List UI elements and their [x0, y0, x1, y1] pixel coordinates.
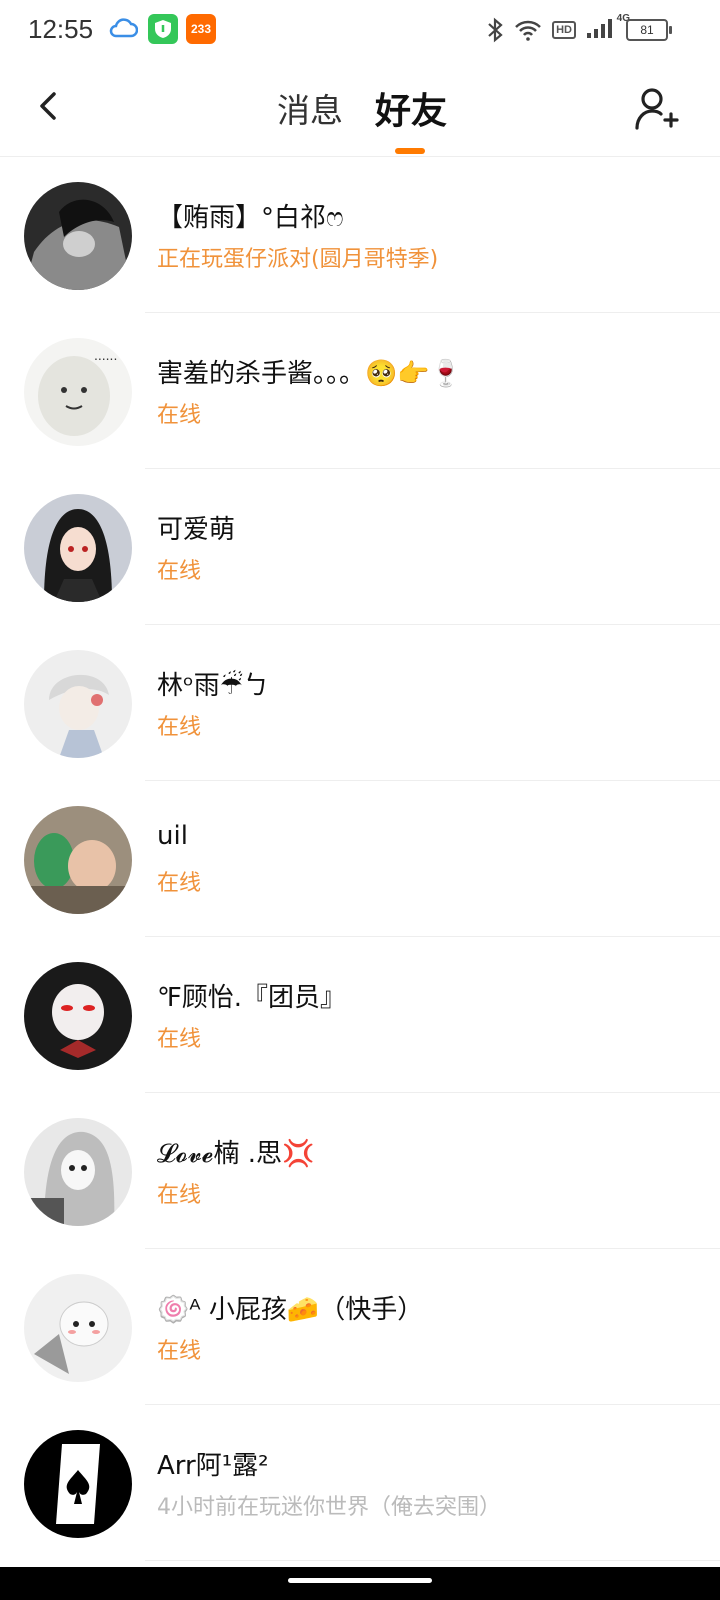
signal-icon: 4G [586, 13, 630, 43]
bluetooth-icon [488, 17, 503, 43]
friend-name: 【贿雨】°白祁ෆ [157, 203, 344, 233]
friend-name: 𝓛𝓸𝓿𝓮楠 .思💢 [157, 1139, 315, 1169]
avatar: ...... [24, 338, 132, 446]
friend-status: 在线 [157, 871, 202, 896]
avatar [24, 806, 132, 914]
friend-status: 正在玩蛋仔派对(圆月哥特季) [157, 247, 439, 272]
friend-status: 在线 [157, 559, 202, 584]
friend-name: ℉顾怡.『团员』 [157, 983, 347, 1013]
avatar [24, 494, 132, 602]
battery-level: 81 [640, 23, 654, 37]
cloud-icon [109, 18, 138, 38]
tab-messages[interactable]: 消息 [277, 84, 343, 132]
avatar [24, 1274, 132, 1382]
add-friend-button[interactable] [632, 84, 682, 134]
tab-friends[interactable]: 好友 [375, 82, 447, 134]
friend-name: 可爱萌 [157, 515, 236, 545]
svg-text:......: ...... [94, 347, 117, 363]
wifi-icon [515, 20, 541, 41]
friend-list: 【贿雨】°白祁ෆ 正在玩蛋仔派对(圆月哥特季) ...... 害羞的杀手酱。。。… [0, 157, 720, 1561]
avatar [24, 650, 132, 758]
top-header: 消息 好友 [0, 62, 720, 157]
friend-name: 林ᵒ雨☔ㄅ [157, 671, 270, 701]
friend-status: 在线 [157, 403, 202, 428]
back-arrow-icon [40, 92, 56, 120]
active-tab-indicator [395, 148, 425, 154]
friend-item[interactable]: 林ᵒ雨☔ㄅ 在线 [0, 625, 720, 781]
divider [145, 1560, 720, 1561]
friend-status: 在线 [157, 1339, 202, 1364]
friend-name: 🍥ᴬ 小屁孩🧀（快手） [157, 1295, 424, 1325]
hd-icon: HD [552, 21, 576, 39]
friend-status: 在线 [157, 715, 202, 740]
friend-status: 在线 [157, 1027, 202, 1052]
friend-item[interactable]: 𝓛𝓸𝓿𝓮楠 .思💢 在线 [0, 1093, 720, 1249]
status-time: 12:55 [28, 14, 94, 44]
battery-icon: 81 [626, 19, 672, 41]
add-user-icon [635, 88, 679, 130]
friend-status: 4小时前在玩迷你世界（俺去突围） [157, 1495, 501, 1520]
status-bar: 12:55 233 HD 4G 81 [0, 0, 720, 62]
avatar [24, 962, 132, 1070]
friend-item[interactable]: 可爱萌 在线 [0, 469, 720, 625]
friend-status: 在线 [157, 1183, 202, 1208]
friend-item[interactable]: Arr阿¹露² 4小时前在玩迷你世界（俺去突围） [0, 1405, 720, 1561]
back-button[interactable] [26, 84, 70, 128]
avatar [24, 1430, 132, 1538]
friend-item[interactable]: 【贿雨】°白祁ෆ 正在玩蛋仔派对(圆月哥特季) [0, 157, 720, 313]
avatar [24, 182, 132, 290]
app-233-icon: 233 [186, 14, 216, 44]
home-indicator[interactable] [288, 1578, 432, 1583]
shield-app-icon [148, 14, 178, 44]
system-nav-bar [0, 1567, 720, 1600]
avatar [24, 1118, 132, 1226]
friend-item[interactable]: 🍥ᴬ 小屁孩🧀（快手） 在线 [0, 1249, 720, 1405]
friend-name: uil [157, 821, 188, 851]
friend-item[interactable]: ...... 害羞的杀手酱。。。🥺👉🍷 在线 [0, 313, 720, 469]
friend-item[interactable]: ℉顾怡.『团员』 在线 [0, 937, 720, 1093]
friend-item[interactable]: uil 在线 [0, 781, 720, 937]
friend-name: 害羞的杀手酱。。。🥺👉🍷 [157, 359, 463, 389]
friend-name: Arr阿¹露² [157, 1451, 269, 1481]
